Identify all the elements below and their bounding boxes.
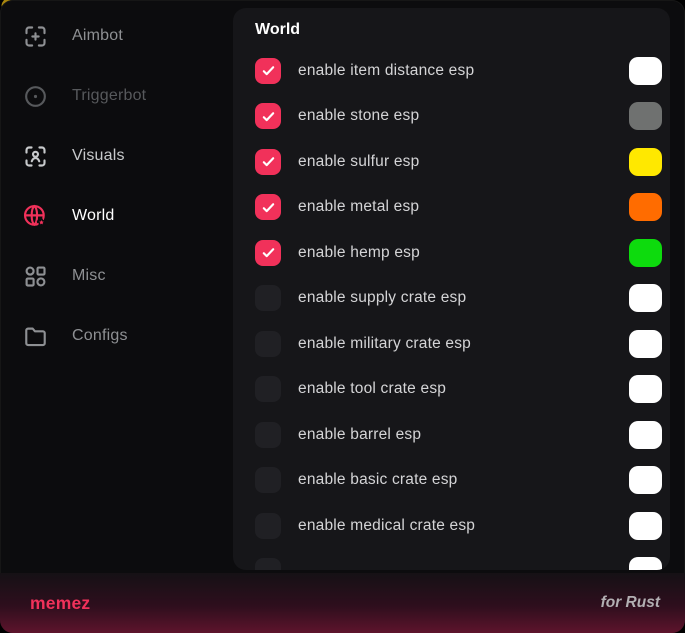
sidebar-item-misc[interactable]: Misc <box>0 246 233 306</box>
checkbox-unchecked[interactable] <box>255 558 281 570</box>
panel-title: World <box>255 21 662 48</box>
checkbox-unchecked[interactable] <box>255 376 281 402</box>
sidebar-item-label: Configs <box>72 327 128 345</box>
esp-option-label: enable military crate esp <box>298 335 629 353</box>
screen: AimbotTriggerbotVisualsWorldMiscConfigs … <box>0 0 685 633</box>
cheat-menu-window: AimbotTriggerbotVisualsWorldMiscConfigs … <box>0 0 685 633</box>
esp-option-row: enable item distance esp <box>255 48 662 94</box>
color-swatch[interactable] <box>629 557 662 570</box>
esp-option-label: enable barrel esp <box>298 426 629 444</box>
brand-suffix: for Rust <box>601 594 660 612</box>
checkbox-unchecked[interactable] <box>255 422 281 448</box>
brand-name: memez <box>30 593 90 614</box>
esp-option-label: enable medical crate esp <box>298 517 629 535</box>
sidebar-item-label: Visuals <box>72 147 125 165</box>
sidebar: Aimbot Triggerbot Visuals World Misc Configs <box>0 6 233 366</box>
checkbox-unchecked[interactable] <box>255 513 281 539</box>
checkbox-checked[interactable] <box>255 103 281 129</box>
esp-option-row: enable military crate esp <box>255 321 662 367</box>
sidebar-item-label: Misc <box>72 267 106 285</box>
sidebar-item-label: Triggerbot <box>72 87 146 105</box>
color-swatch[interactable] <box>629 148 662 176</box>
color-swatch[interactable] <box>629 421 662 449</box>
checkbox-unchecked[interactable] <box>255 467 281 493</box>
checkbox-unchecked[interactable] <box>255 285 281 311</box>
sidebar-item-visuals[interactable]: Visuals <box>0 126 233 186</box>
color-swatch[interactable] <box>629 239 662 267</box>
sidebar-item-world[interactable]: World <box>0 186 233 246</box>
color-swatch[interactable] <box>629 375 662 403</box>
esp-option-list: enable item distance esp enable stone esp… <box>255 48 662 570</box>
esp-option-label: enable sulfur esp <box>298 153 629 171</box>
esp-option-label: enable item distance esp <box>298 62 629 80</box>
color-swatch[interactable] <box>629 193 662 221</box>
esp-option-label: enable tool crate esp <box>298 380 629 398</box>
color-swatch[interactable] <box>629 57 662 85</box>
esp-option-label: enable stone esp <box>298 107 629 125</box>
esp-option-row: enable sulfur esp <box>255 139 662 185</box>
esp-option-row: enable barrel esp <box>255 412 662 458</box>
color-swatch[interactable] <box>629 512 662 540</box>
esp-option-row <box>255 549 662 571</box>
checkbox-checked[interactable] <box>255 58 281 84</box>
esp-option-label: enable metal esp <box>298 198 629 216</box>
folder-icon <box>22 323 49 350</box>
esp-option-label: enable basic crate esp <box>298 471 629 489</box>
target-icon <box>22 83 49 110</box>
esp-option-row: enable hemp esp <box>255 230 662 276</box>
globe-star-icon <box>22 203 49 230</box>
esp-option-row: enable medical crate esp <box>255 503 662 549</box>
world-panel: World enable item distance esp enable sto… <box>233 8 670 570</box>
crosshair-icon <box>22 23 49 50</box>
esp-option-label: enable supply crate esp <box>298 289 629 307</box>
checkbox-unchecked[interactable] <box>255 331 281 357</box>
sidebar-item-aimbot[interactable]: Aimbot <box>0 6 233 66</box>
scan-person-icon <box>22 143 49 170</box>
checkbox-checked[interactable] <box>255 149 281 175</box>
esp-option-row: enable supply crate esp <box>255 276 662 322</box>
esp-option-label: enable hemp esp <box>298 244 629 262</box>
sidebar-item-label: Aimbot <box>72 27 123 45</box>
color-swatch[interactable] <box>629 466 662 494</box>
color-swatch[interactable] <box>629 330 662 358</box>
esp-option-row: enable stone esp <box>255 94 662 140</box>
color-swatch[interactable] <box>629 102 662 130</box>
shapes-grid-icon <box>22 263 49 290</box>
color-swatch[interactable] <box>629 284 662 312</box>
footer-bar: memez for Rust <box>0 573 685 633</box>
esp-option-row: enable basic crate esp <box>255 458 662 504</box>
sidebar-item-label: World <box>72 207 115 225</box>
checkbox-checked[interactable] <box>255 194 281 220</box>
sidebar-item-triggerbot[interactable]: Triggerbot <box>0 66 233 126</box>
esp-option-row: enable tool crate esp <box>255 367 662 413</box>
esp-option-row: enable metal esp <box>255 185 662 231</box>
checkbox-checked[interactable] <box>255 240 281 266</box>
sidebar-item-configs[interactable]: Configs <box>0 306 233 366</box>
